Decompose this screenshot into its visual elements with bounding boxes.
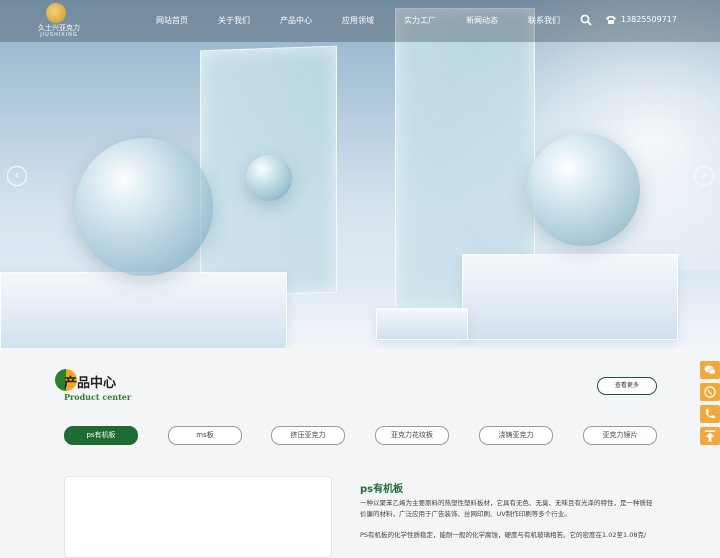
wechat-icon [704,365,716,375]
tab-patterned-acrylic[interactable]: 亚克力花纹板 [375,426,449,445]
nav-news[interactable]: 新闻动态 [466,15,498,26]
product-image-card[interactable] [64,476,332,558]
tab-acrylic-mirror[interactable]: 亚克力镜片 [583,426,657,445]
chat-icon [704,386,716,398]
sidebar-chat-button[interactable] [700,383,720,401]
product-description: 一种以聚苯乙烯为主要原料的热塑性塑料板材，它具有无色、无臭、无味且有光泽的特性，… [360,499,653,518]
nav-factory[interactable]: 实力工厂 [404,15,436,26]
section-subtitle: Product center [64,392,132,402]
sphere-large [75,138,213,276]
tab-cast-acrylic[interactable]: 浇铸亚克力 [479,426,553,445]
phone-icon [606,16,616,24]
tab-ps-board[interactable]: ps有机板 [64,426,138,445]
sidebar-wechat-button[interactable] [700,361,720,379]
nav-applications[interactable]: 应用领域 [342,15,374,26]
tab-ms-board[interactable]: ms板 [168,426,242,445]
sidebar-top-button[interactable] [700,427,720,445]
sphere-small [246,155,292,201]
logo-mark [46,3,66,23]
nav-products[interactable]: 产品中心 [280,15,312,26]
section-title: 产品中心 [64,376,117,391]
logo[interactable]: 久士兴亚克力 JIUSHIXING [34,3,82,39]
site-header: 久士兴亚克力 JIUSHIXING 网站首页 关于我们 产品中心 应用领域 实力… [0,0,720,42]
logo-pinyin: JIUSHIXING [40,32,78,38]
carousel-prev-button[interactable]: ‹ [7,166,27,186]
tab-extruded-acrylic[interactable]: 挤压亚克力 [271,426,345,445]
search-icon[interactable] [580,14,592,26]
nav-contact[interactable]: 联系我们 [528,15,560,26]
phone-number[interactable]: 13825509717 [621,15,677,24]
pedestal-right [462,254,678,340]
pedestal-left [0,272,287,348]
nav-about[interactable]: 关于我们 [218,15,250,26]
sidebar-phone-button[interactable] [700,405,720,423]
phone-icon [706,409,715,419]
nav-home[interactable]: 网站首页 [156,15,188,26]
product-description-more: PS有机板的化学性质稳定，能耐一般的化学腐蚀，硬度与有机玻璃相若。它的密度在1.… [360,531,647,539]
view-more-button[interactable]: 查看更多 [597,377,657,395]
product-title[interactable]: ps有机板 [360,480,403,495]
carousel-next-button[interactable]: › [694,166,714,186]
pedestal-mid [376,308,468,340]
hero-banner: ‹ › [0,0,720,348]
back-to-top-icon [705,430,715,442]
sphere-right [527,133,640,246]
